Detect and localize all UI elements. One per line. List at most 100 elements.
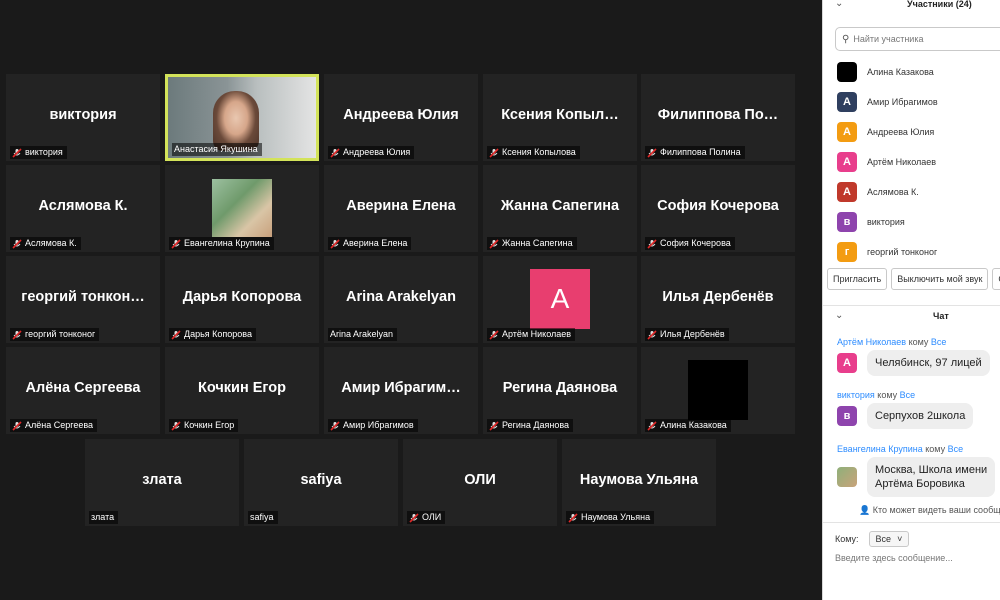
camera-video xyxy=(213,91,259,151)
tile-name: Жанна Сапегина xyxy=(500,198,620,214)
tile-caption: Наумова Ульяна xyxy=(566,511,655,524)
mic-muted-icon xyxy=(409,512,419,523)
message-meta: Артём Николаев кому Все xyxy=(837,337,947,347)
tile-caption: Евангелина Крупина xyxy=(169,237,274,250)
avatar: А xyxy=(837,92,857,112)
tile-name: Ксения Копыл… xyxy=(501,107,619,123)
video-tile[interactable]: ОЛИ ОЛИ xyxy=(403,439,557,526)
avatar: г xyxy=(837,242,857,262)
video-tile[interactable]: Кочкин Егор Кочкин Егор xyxy=(165,347,319,434)
mic-muted-icon xyxy=(647,147,657,158)
chat-message-input[interactable]: Введите здесь сообщение... xyxy=(835,553,953,563)
video-tile[interactable]: София Кочерова София Кочерова xyxy=(641,165,795,252)
tile-caption: Дарья Копорова xyxy=(169,328,256,341)
video-tile[interactable]: Андреева Юлия Андреева Юлия xyxy=(324,74,478,161)
avatar xyxy=(837,467,857,487)
video-tile[interactable]: Дарья Копорова Дарья Копорова xyxy=(165,256,319,343)
avatar: А xyxy=(837,152,857,172)
video-tile[interactable]: Амир Ибрагим… Амир Ибрагимов xyxy=(324,347,478,434)
tile-name: Алёна Сергеева xyxy=(25,380,141,396)
divider xyxy=(823,522,1000,523)
video-tile[interactable]: Ксения Копыл… Ксения Копылова xyxy=(483,74,637,161)
avatar: в xyxy=(837,406,857,426)
video-tile[interactable]: Илья Дербенёв Илья Дербенёв xyxy=(641,256,795,343)
avatar: А xyxy=(837,122,857,142)
message-meta: Евангелина Крупина кому Все xyxy=(837,444,964,454)
mic-muted-icon xyxy=(647,329,657,340)
search-participant-input[interactable]: ⚲ Найти участника xyxy=(835,27,1000,51)
mic-muted-icon xyxy=(489,147,499,158)
video-tile[interactable]: Регина Даянова Регина Даянова xyxy=(483,347,637,434)
video-tile[interactable]: safiya safiya xyxy=(244,439,398,526)
tile-caption: Аслямова К. xyxy=(10,237,81,250)
chat-header[interactable]: ⌄ Чат xyxy=(823,305,1000,323)
invite-button[interactable]: Пригласить xyxy=(827,268,888,290)
participant-actions: ПригласитьВыключить мой звукСтат xyxy=(823,268,1000,292)
participant-name: Аслямова К. xyxy=(867,187,919,197)
profile-picture xyxy=(212,179,272,237)
video-tile[interactable]: Алина Казакова xyxy=(641,347,795,434)
video-tile[interactable]: Arina Arakelyan Arina Arakelyan xyxy=(324,256,478,343)
avatar xyxy=(837,62,857,82)
video-tile[interactable]: Филиппова По… Филиппова Полина xyxy=(641,74,795,161)
participant-row[interactable]: А Артём Николаев xyxy=(837,147,1000,177)
participant-row[interactable]: Алина Казакова xyxy=(837,57,1000,87)
tile-name: Аслямова К. xyxy=(38,198,128,214)
video-tile[interactable]: злата злата xyxy=(85,439,239,526)
video-gallery: виктория виктория Анастасия Якушина Андреев… xyxy=(0,0,822,600)
participant-row[interactable]: А Аслямова К. xyxy=(837,177,1000,207)
mic-muted-icon xyxy=(12,329,22,340)
tile-caption: Андреева Юлия xyxy=(328,146,415,159)
video-tile[interactable]: виктория виктория xyxy=(6,74,160,161)
chevron-down-icon[interactable]: ⌄ xyxy=(835,0,843,9)
avatar: в xyxy=(837,212,857,232)
tile-caption: Алина Казакова xyxy=(645,419,731,432)
tile-caption: София Кочерова xyxy=(645,237,735,250)
video-tile[interactable]: Алёна Сергеева Алёна Сергеева xyxy=(6,347,160,434)
tile-name: Филиппова По… xyxy=(657,107,779,123)
mic-muted-icon xyxy=(171,238,181,249)
tile-caption: Жанна Сапегина xyxy=(487,237,577,250)
status-button[interactable]: Стат xyxy=(992,268,1000,290)
mic-muted-icon xyxy=(568,512,578,523)
tile-caption: Аверина Елена xyxy=(328,237,412,250)
mute-me-button[interactable]: Выключить мой звук xyxy=(891,268,989,290)
video-tile[interactable]: Аверина Елена Аверина Елена xyxy=(324,165,478,252)
tile-name: Илья Дербенёв xyxy=(662,289,774,305)
tile-caption: Регина Даянова xyxy=(487,419,574,432)
chat-message: Артём Николаев кому Все А Челябинск, 97 … xyxy=(837,337,1000,376)
tile-name: София Кочерова xyxy=(657,198,779,214)
participants-header[interactable]: ⌄ Участники (24) xyxy=(823,0,1000,12)
participants-title: Участники (24) xyxy=(907,0,972,9)
tile-name: ОЛИ xyxy=(464,472,496,488)
message-visibility-note[interactable]: 👤 Кто может видеть ваши сообщ xyxy=(859,505,1000,516)
mic-muted-icon xyxy=(171,420,181,431)
message-bubble: Серпухов 2школа xyxy=(867,403,974,429)
participant-row[interactable]: А Амир Ибрагимов xyxy=(837,87,1000,117)
participant-row[interactable]: г георгий тонконог xyxy=(837,237,1000,267)
video-tile[interactable]: георгий тонкон… георгий тонконог xyxy=(6,256,160,343)
participant-name: виктория xyxy=(867,217,905,227)
recipient-select[interactable]: Все ˅ xyxy=(868,531,910,547)
message-meta: виктория кому Все xyxy=(837,390,916,400)
tile-name: Arina Arakelyan xyxy=(346,289,456,305)
tile-name: safiya xyxy=(300,472,342,488)
video-tile[interactable]: Наумова Ульяна Наумова Ульяна xyxy=(562,439,716,526)
participant-row[interactable]: в виктория xyxy=(837,207,1000,237)
video-tile[interactable]: Евангелина Крупина xyxy=(165,165,319,252)
video-tile[interactable]: Жанна Сапегина Жанна Сапегина xyxy=(483,165,637,252)
search-icon: ⚲ xyxy=(842,33,850,45)
video-tile[interactable]: A Артём Николаев xyxy=(483,256,637,343)
tile-caption: георгий тонконог xyxy=(10,328,100,341)
tile-name: Кочкин Егор xyxy=(198,380,286,396)
video-tile[interactable]: Анастасия Якушина xyxy=(165,74,319,161)
video-tile[interactable]: Аслямова К. Аслямова К. xyxy=(6,165,160,252)
message-bubble: Челябинск, 97 лицей xyxy=(867,350,990,376)
participant-list: Алина Казакова А Амир Ибрагимов А Андреева Ю… xyxy=(837,57,1000,267)
chevron-down-icon[interactable]: ⌄ xyxy=(835,310,843,321)
tile-name: Дарья Копорова xyxy=(182,289,302,305)
participant-name: Амир Ибрагимов xyxy=(867,97,938,107)
participant-row[interactable]: А Андреева Юлия xyxy=(837,117,1000,147)
mic-muted-icon xyxy=(330,147,340,158)
tile-caption: Артём Николаев xyxy=(487,328,576,341)
